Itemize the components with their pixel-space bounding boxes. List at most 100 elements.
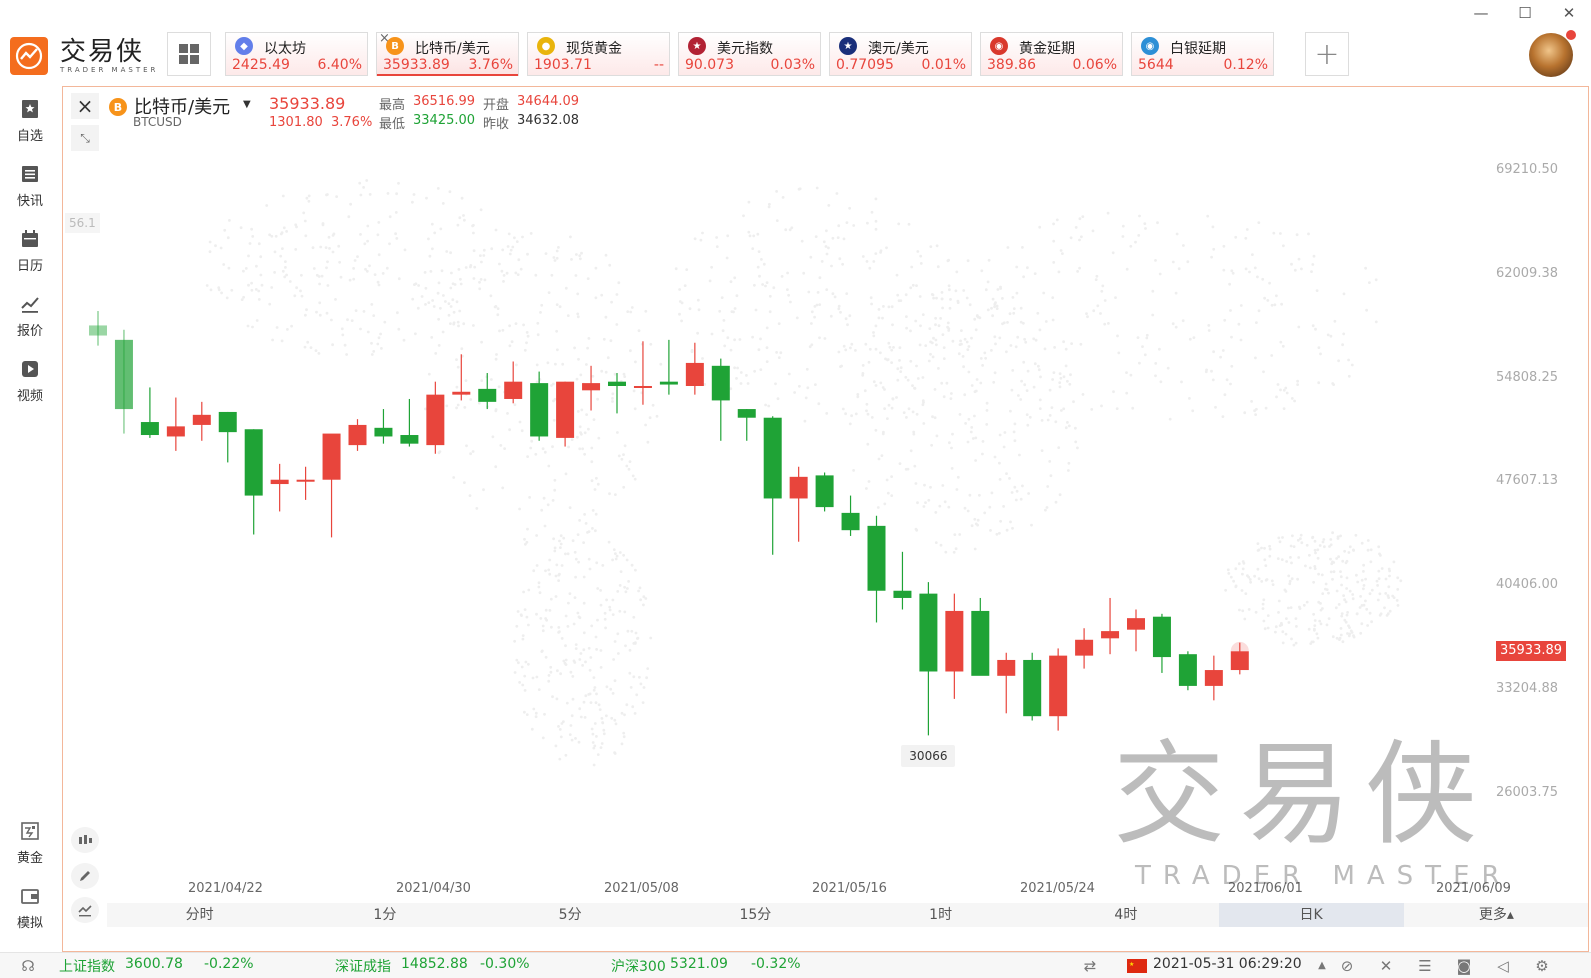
candle[interactable] xyxy=(244,429,263,535)
candle[interactable] xyxy=(270,463,289,512)
candle[interactable] xyxy=(971,597,990,676)
settings-gear-icon[interactable]: ⚙ xyxy=(1532,956,1552,976)
candle[interactable] xyxy=(1204,655,1223,701)
candle[interactable] xyxy=(140,387,159,438)
sidebar-item-gold[interactable]: 黄金 xyxy=(0,814,60,870)
candle[interactable] xyxy=(659,339,678,395)
candle[interactable] xyxy=(530,371,549,441)
index-name[interactable]: 深证成指 xyxy=(335,956,391,976)
analysis-tool-button[interactable] xyxy=(71,897,99,923)
timeframe-tab[interactable]: 15分 xyxy=(663,903,848,927)
timeframe-tab[interactable]: 更多▴ xyxy=(1404,903,1588,927)
candle[interactable] xyxy=(1178,651,1197,691)
candle[interactable] xyxy=(426,381,445,454)
notification-dot xyxy=(1566,30,1576,40)
candle-body xyxy=(296,479,315,482)
quote-tab[interactable]: ★ 美元指数 90.073 0.03% xyxy=(678,32,821,76)
quote-tab[interactable]: ● 现货黄金 1903.71 -- xyxy=(527,32,670,76)
translate-icon[interactable]: ⇄ xyxy=(1080,956,1100,976)
index-name[interactable]: 上证指数 xyxy=(59,956,115,976)
screen-off-icon[interactable]: ⊘ xyxy=(1337,956,1357,976)
candle[interactable] xyxy=(919,582,938,736)
candle[interactable] xyxy=(452,354,471,401)
candle[interactable] xyxy=(1127,609,1145,652)
crosshair-icon[interactable]: ✕ xyxy=(1376,956,1396,976)
candle[interactable] xyxy=(633,341,652,405)
candle[interactable] xyxy=(89,311,107,346)
candle[interactable] xyxy=(218,411,237,463)
close-window-button[interactable]: ✕ xyxy=(1547,0,1591,26)
candle[interactable] xyxy=(893,551,912,610)
headset-icon[interactable]: ☊ xyxy=(18,956,38,976)
candle[interactable] xyxy=(737,409,756,441)
candle[interactable] xyxy=(815,472,834,512)
candle[interactable] xyxy=(1075,628,1094,669)
candle[interactable] xyxy=(789,466,808,542)
layout-grid-button[interactable] xyxy=(167,32,211,76)
candle[interactable] xyxy=(763,416,782,555)
index-name[interactable]: 沪深300 xyxy=(611,956,666,976)
sidebar-item-watchlist[interactable]: 自选 xyxy=(0,92,60,148)
collapse-chart-button[interactable]: ⤡ xyxy=(71,125,99,151)
candle[interactable] xyxy=(1049,648,1068,731)
timeframe-tab[interactable]: 分时 xyxy=(107,903,292,927)
chevron-down-icon[interactable]: ▼ xyxy=(243,99,251,110)
add-quote-button[interactable]: + xyxy=(1305,32,1349,76)
indicator-tool-button[interactable] xyxy=(71,827,99,853)
candle[interactable] xyxy=(374,409,393,444)
quote-tab[interactable]: ◉ 黄金延期 389.86 0.06% xyxy=(980,32,1123,76)
timeframe-tab[interactable]: 1时 xyxy=(848,903,1033,927)
simulate-icon xyxy=(21,889,39,904)
maximize-button[interactable]: ☐ xyxy=(1503,0,1547,26)
candle[interactable] xyxy=(608,373,626,414)
avatar[interactable] xyxy=(1529,33,1573,77)
camera-icon[interactable]: ◙ xyxy=(1454,956,1474,976)
sidebar-item-quotes[interactable]: 报价 xyxy=(0,287,60,343)
x-tick-label: 2021/05/16 xyxy=(812,881,887,896)
candle[interactable] xyxy=(478,373,497,410)
draw-tool-button[interactable] xyxy=(71,863,99,889)
candle[interactable] xyxy=(841,495,860,536)
candle[interactable] xyxy=(1152,613,1171,673)
candle[interactable] xyxy=(166,397,185,451)
quote-tab[interactable]: × B 比特币/美元 35933.89 3.76% xyxy=(376,31,519,76)
candle[interactable] xyxy=(867,515,886,623)
list-icon[interactable]: ☰ xyxy=(1415,956,1435,976)
timeframe-tab[interactable]: 5分 xyxy=(478,903,663,927)
candle[interactable] xyxy=(504,361,523,404)
close-chart-button[interactable]: × xyxy=(71,93,99,119)
mute-icon[interactable]: ◁ xyxy=(1493,956,1513,976)
symbol-change: 1301.80 xyxy=(269,115,323,130)
x-tick-label: 2021/05/08 xyxy=(604,881,679,896)
candle[interactable] xyxy=(685,342,704,395)
candlestick-chart[interactable] xyxy=(63,87,1589,952)
candle[interactable] xyxy=(945,593,964,699)
quote-tab[interactable]: ◆ 以太坊 2425.49 6.40% xyxy=(225,32,368,76)
sidebar-item-video[interactable]: 视频 xyxy=(0,352,60,408)
candle[interactable] xyxy=(1101,597,1120,655)
sidebar-item-simulate[interactable]: 模拟 xyxy=(0,879,60,935)
candle[interactable] xyxy=(296,466,315,500)
candle[interactable] xyxy=(348,419,367,451)
timeframe-tab[interactable]: 1分 xyxy=(292,903,477,927)
sidebar-item-calendar[interactable]: 日历 xyxy=(0,222,60,278)
timeframe-tab[interactable]: 4时 xyxy=(1033,903,1218,927)
quote-tab[interactable]: ◉ 白银延期 5644 0.12% xyxy=(1131,32,1274,76)
quote-tab[interactable]: ★ 澳元/美元 0.77095 0.01% xyxy=(829,32,972,76)
candle[interactable] xyxy=(556,381,575,447)
candle[interactable] xyxy=(997,652,1016,714)
timeframe-tab[interactable]: 日K xyxy=(1218,903,1404,927)
open-value: 34644.09 xyxy=(517,94,580,109)
sidebar-item-news[interactable]: 快讯 xyxy=(0,157,60,213)
index-value: 14852.88 xyxy=(401,956,468,972)
caret-up-icon[interactable]: ▲ xyxy=(1312,956,1332,976)
candle[interactable] xyxy=(114,329,133,434)
low-label: 最低 xyxy=(379,117,406,132)
candle[interactable] xyxy=(322,433,341,538)
candle[interactable] xyxy=(400,398,419,447)
minimize-button[interactable]: — xyxy=(1459,0,1503,26)
candle[interactable] xyxy=(1023,652,1042,721)
candle[interactable] xyxy=(192,401,211,441)
candle[interactable] xyxy=(711,358,730,441)
candle[interactable] xyxy=(582,365,601,411)
